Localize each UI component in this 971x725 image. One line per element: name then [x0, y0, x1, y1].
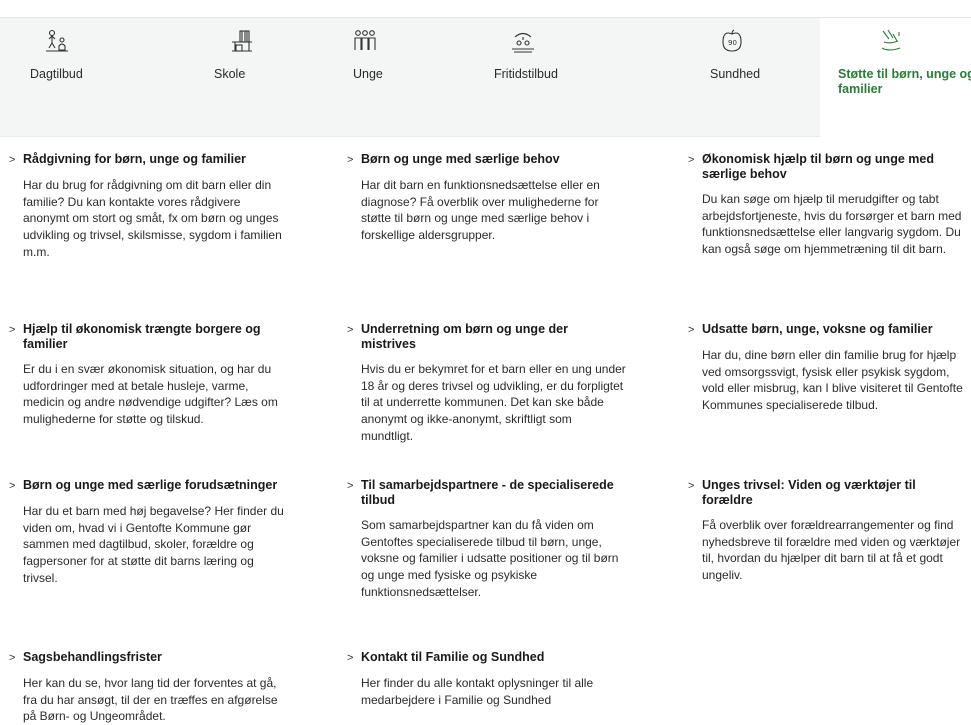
link-kontakt[interactable]: > Kontakt til Familie og Sundhed: [347, 650, 647, 666]
list-item: > Rådgivning for børn, unge og familier H…: [9, 152, 309, 261]
tab-stotte[interactable]: Støtte til børn, unge og familier: [820, 18, 971, 138]
list-item: > Til samarbejdspartnere - de specialiser…: [347, 478, 647, 601]
tab-fritidstilbud[interactable]: Fritidstilbud: [485, 18, 665, 138]
item-title: Børn og unge med særlige forudsætninger: [23, 478, 278, 492]
list-item: > Sagsbehandlingsfrister Her kan du se, h…: [9, 650, 309, 725]
item-description: Har du brug for rådgivning om dit barn e…: [23, 178, 282, 259]
chevron-right-icon: >: [688, 480, 695, 492]
chevron-right-icon: >: [347, 154, 354, 166]
tab-unge[interactable]: Unge: [325, 18, 485, 138]
tab-label: Fritidstilbud: [494, 67, 558, 81]
tab-label: Dagtilbud: [30, 67, 83, 81]
list-item: > Unges trivsel: Viden og værktøjer til f…: [688, 478, 971, 584]
chevron-right-icon: >: [347, 324, 354, 336]
list-item: > Underretning om børn og unge der mistri…: [347, 322, 647, 445]
link-udsatte[interactable]: > Udsatte børn, unge, voksne og familier: [688, 322, 971, 338]
list-item: > Hjælp til økonomisk trængte borgere og …: [9, 322, 309, 428]
link-okonomisk-traengte[interactable]: > Hjælp til økonomisk trængte borgere og …: [9, 322, 309, 352]
item-title: Unges trivsel: Viden og værktøjer til fo…: [702, 478, 916, 507]
chevron-right-icon: >: [347, 480, 354, 492]
chevron-right-icon: >: [9, 154, 16, 166]
item-description: Har du, dine børn eller din familie brug…: [702, 348, 963, 413]
link-underretning[interactable]: > Underretning om børn og unge der mistri…: [347, 322, 647, 352]
item-description: Her finder du alle kontakt oplysninger t…: [361, 676, 594, 707]
tab-sundhed[interactable]: 90 Sundhed: [665, 18, 820, 138]
tab-label: Skole: [214, 67, 246, 81]
item-description: Har dit barn en funktionsnedsættelse ell…: [361, 178, 600, 243]
chevron-right-icon: >: [688, 324, 695, 336]
tab-label: Unge: [353, 67, 383, 81]
item-title: Underretning om børn og unge der mistriv…: [361, 322, 568, 351]
list-item: > Kontakt til Familie og Sundhed Her find…: [347, 650, 647, 708]
item-description: Her kan du se, hvor lang tid der forvent…: [23, 676, 278, 724]
tab-dagtilbud[interactable]: Dagtilbud: [0, 18, 170, 138]
item-description: Som samarbejdspartner kan du få viden om…: [361, 518, 619, 599]
school-icon: [229, 28, 255, 54]
item-title: Hjælp til økonomisk trængte borgere og f…: [23, 322, 261, 351]
item-title: Børn og unge med særlige behov: [361, 152, 560, 166]
item-title: Udsatte børn, unge, voksne og familier: [702, 322, 933, 336]
youth-icon: [352, 28, 378, 54]
item-description: Er du i en svær økonomisk situation, og …: [23, 362, 278, 427]
list-item: > Udsatte børn, unge, voksne og familier …: [688, 322, 971, 414]
item-description: Få overblik over forældrearrangementer o…: [702, 518, 961, 583]
item-title: Kontakt til Familie og Sundhed: [361, 650, 545, 664]
childcare-icon: [44, 28, 70, 54]
item-description: Har du et barn med høj begavelse? Her fi…: [23, 504, 284, 585]
support-icon: [878, 28, 904, 54]
item-description: Du kan søge om hjælp til merudgifter og …: [702, 192, 962, 257]
list-item: > Børn og unge med særlige behov Har dit …: [347, 152, 647, 244]
item-description: Hvis du er bekymret for et barn eller en…: [361, 362, 626, 443]
chevron-right-icon: >: [9, 324, 16, 336]
category-nav: Dagtilbud Skole Unge Fritidstilbud 90 Su…: [0, 17, 971, 138]
link-saerlige-behov[interactable]: > Børn og unge med særlige behov: [347, 152, 647, 168]
item-title: Sagsbehandlingsfrister: [23, 650, 162, 664]
link-unges-trivsel[interactable]: > Unges trivsel: Viden og værktøjer til f…: [688, 478, 971, 508]
leisure-icon: [510, 28, 536, 54]
item-title: Økonomisk hjælp til børn og unge med sær…: [702, 152, 934, 181]
chevron-right-icon: >: [9, 480, 16, 492]
list-item: > Økonomisk hjælp til børn og unge med sæ…: [688, 152, 971, 258]
link-samarbejdspartnere[interactable]: > Til samarbejdspartnere - de specialiser…: [347, 478, 647, 508]
chevron-right-icon: >: [347, 652, 354, 664]
svg-text:90: 90: [728, 39, 737, 47]
chevron-right-icon: >: [688, 154, 695, 166]
link-okonomisk-hjaelp[interactable]: > Økonomisk hjælp til børn og unge med sæ…: [688, 152, 971, 182]
chevron-right-icon: >: [9, 652, 16, 664]
link-radgivning[interactable]: > Rådgivning for børn, unge og familier: [9, 152, 309, 168]
tab-label: Støtte til børn, unge og familier: [838, 67, 971, 96]
link-sagsbehandlingsfrister[interactable]: > Sagsbehandlingsfrister: [9, 650, 309, 666]
item-title: Rådgivning for børn, unge og familier: [23, 152, 246, 166]
tab-label: Sundhed: [710, 67, 761, 81]
tab-skole[interactable]: Skole: [170, 18, 325, 138]
link-saerlige-forudsaetninger[interactable]: > Børn og unge med særlige forudsætninger: [9, 478, 309, 494]
list-item: > Børn og unge med særlige forudsætninger…: [9, 478, 309, 587]
item-title: Til samarbejdspartnere - de specialisere…: [361, 478, 614, 507]
health-icon: 90: [719, 28, 745, 54]
